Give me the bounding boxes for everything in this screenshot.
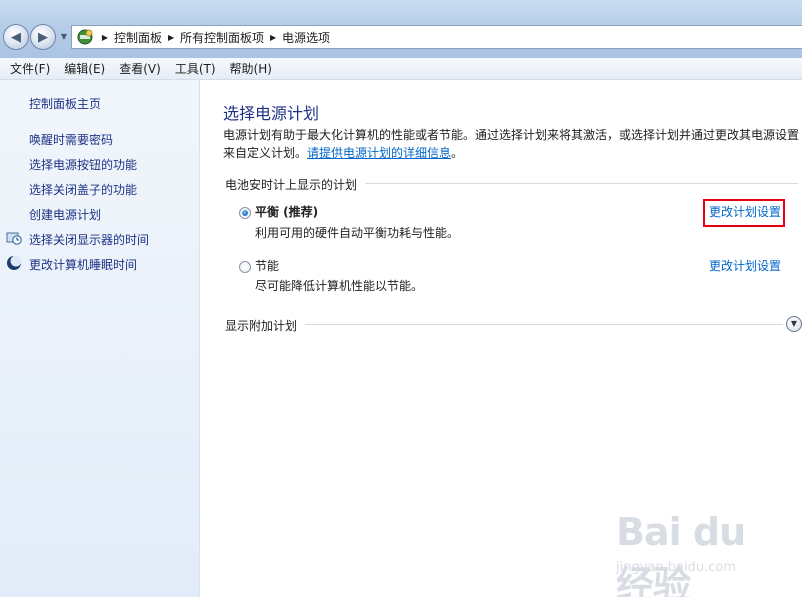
breadcrumb-separator-icon[interactable]: ▶ — [162, 33, 180, 42]
red-highlight-box — [703, 199, 785, 227]
plan-power-saver-change-link[interactable]: 更改计划设置 — [709, 257, 781, 274]
breadcrumb-separator-icon[interactable]: ▶ — [96, 33, 114, 42]
chevron-down-icon: ▼ — [790, 319, 798, 328]
menu-bar: 文件(F) 编辑(E) 查看(V) 工具(T) 帮助(H) — [0, 58, 802, 80]
menu-view[interactable]: 查看(V) — [112, 60, 168, 77]
additional-plans-divider — [225, 324, 783, 325]
breadcrumb-separator-icon[interactable]: ▶ — [264, 33, 282, 42]
title-bar: ◀ ▶ ▼ ▶ 控制面板 ▶ 所有控制面板项 ▶ 电源选项 — [0, 0, 802, 60]
forward-button[interactable]: ▶ — [30, 24, 56, 50]
sidebar-display-off-time[interactable]: 选择关闭显示器的时间 — [29, 231, 149, 248]
main-content: 选择电源计划 电源计划有助于最大化计算机的性能或者节能。通过选择计划来将其激活，… — [201, 80, 802, 597]
plan-balanced-radio[interactable] — [239, 207, 251, 219]
group-label: 电池安时计上显示的计划 — [225, 176, 366, 193]
breadcrumb-control-panel[interactable]: 控制面板 — [114, 29, 162, 46]
back-button[interactable]: ◀ — [3, 24, 29, 50]
sleep-moon-icon — [6, 255, 22, 271]
sidebar-power-buttons[interactable]: 选择电源按钮的功能 — [29, 156, 137, 173]
chevron-down-icon: ▼ — [60, 32, 68, 41]
display-clock-icon — [6, 230, 22, 246]
page-title: 选择电源计划 — [223, 104, 320, 123]
plan-power-saver-desc: 尽可能降低计算机性能以节能。 — [255, 279, 424, 293]
breadcrumb-all-items[interactable]: 所有控制面板项 — [180, 29, 264, 46]
sidebar-create-plan[interactable]: 创建电源计划 — [29, 206, 101, 223]
menu-tools[interactable]: 工具(T) — [168, 60, 223, 77]
sidebar-sleep-time[interactable]: 更改计算机睡眠时间 — [29, 256, 137, 273]
sidebar-lid-close[interactable]: 选择关闭盖子的功能 — [29, 181, 137, 198]
plan-power-saver-name[interactable]: 节能 — [255, 257, 279, 274]
menu-help[interactable]: 帮助(H) — [223, 60, 279, 77]
sidebar-require-password[interactable]: 唤醒时需要密码 — [29, 131, 113, 148]
breadcrumb-power-options[interactable]: 电源选项 — [282, 29, 330, 46]
sidebar-control-panel-home[interactable]: 控制面板主页 — [29, 95, 101, 112]
control-panel-icon — [74, 26, 96, 48]
page-description: 电源计划有助于最大化计算机的性能或者节能。通过选择计划来将其激活，或选择计划并通… — [223, 126, 801, 162]
plan-balanced-name[interactable]: 平衡 (推荐) — [255, 203, 318, 220]
recent-pages-dropdown[interactable]: ▼ — [59, 30, 69, 44]
plan-power-saver-radio[interactable] — [239, 261, 251, 273]
plan-balanced-desc: 利用可用的硬件自动平衡功耗与性能。 — [255, 226, 460, 240]
address-bar[interactable]: ▶ 控制面板 ▶ 所有控制面板项 ▶ 电源选项 — [71, 25, 802, 49]
back-arrow-icon: ◀ — [11, 29, 21, 45]
menu-edit[interactable]: 编辑(E) — [57, 60, 112, 77]
baidu-watermark: Bai du 经验 jingyan.baidu.com — [612, 510, 792, 597]
menu-file[interactable]: 文件(F) — [0, 60, 57, 77]
plan-details-link[interactable]: 请提供电源计划的详细信息 — [307, 146, 451, 160]
watermark-url: jingyan.baidu.com — [616, 560, 736, 575]
forward-arrow-icon: ▶ — [38, 29, 48, 45]
watermark-logo: Bai du 经验 — [616, 510, 746, 597]
description-period: 。 — [451, 146, 464, 160]
sidebar: 控制面板主页 唤醒时需要密码 选择电源按钮的功能 选择关闭盖子的功能 创建电源计… — [0, 80, 200, 597]
additional-plans-label[interactable]: 显示附加计划 — [225, 317, 306, 334]
expand-additional-plans-button[interactable]: ▼ — [786, 316, 802, 332]
